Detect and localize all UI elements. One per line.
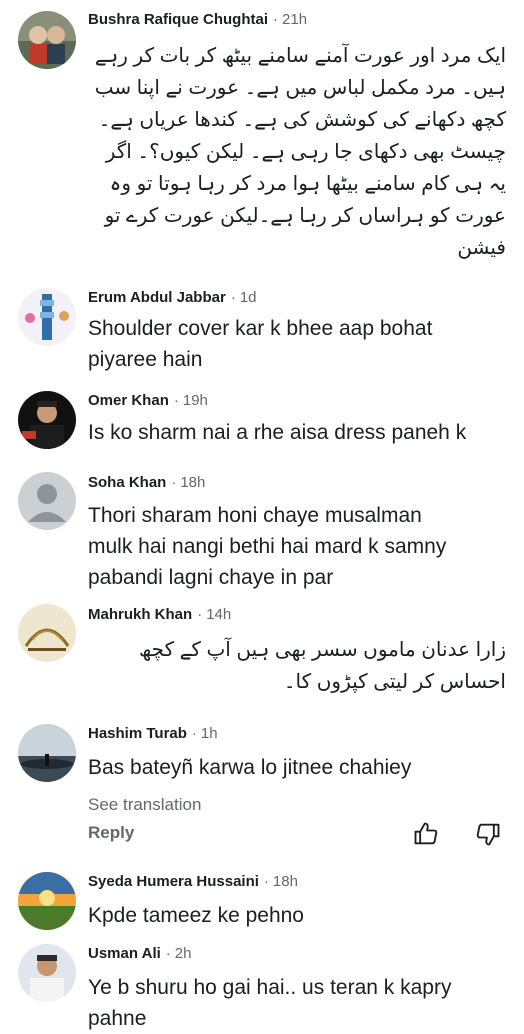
comment-text: Thori sharam honi chaye musalman mulk hai… — [88, 504, 447, 589]
separator: · — [263, 873, 269, 890]
comment-author[interactable]: Hashim Turab — [88, 725, 187, 742]
separator: · — [171, 474, 177, 491]
avatar[interactable] — [18, 391, 76, 449]
avatar[interactable] — [18, 872, 76, 930]
separator: · — [230, 289, 236, 306]
comment-text: زارا عدنان ماموں سسر بھی ہیں آپ کے کچھ ا… — [139, 639, 506, 693]
comment-author[interactable]: Syeda Humera Hussaini — [88, 873, 259, 890]
reply-button[interactable]: Reply — [88, 823, 134, 843]
avatar[interactable] — [18, 724, 76, 782]
comment-time[interactable]: 19h — [183, 392, 208, 409]
comment-author[interactable]: Omer Khan — [88, 392, 169, 409]
separator: · — [191, 725, 197, 742]
comment-time[interactable]: 1d — [240, 289, 257, 306]
separator: · — [197, 606, 203, 623]
separator: · — [173, 392, 179, 409]
avatar[interactable] — [18, 944, 76, 1002]
avatar[interactable] — [18, 288, 76, 346]
comment-author[interactable]: Erum Abdul Jabbar — [88, 289, 226, 306]
comment-author[interactable]: Soha Khan — [88, 474, 166, 491]
separator: · — [273, 11, 279, 28]
comment-time[interactable]: 1h — [201, 725, 218, 742]
comment-time[interactable]: 14h — [206, 606, 231, 623]
avatar[interactable] — [18, 472, 76, 530]
comment-text: Shoulder cover kar k bhee aap bohat piyar… — [88, 317, 433, 371]
avatar[interactable] — [18, 11, 76, 69]
like-icon[interactable] — [412, 820, 440, 848]
comment-text: ایک مرد اور عورت آمنے سامنے بیٹھ کر بات … — [94, 45, 506, 259]
see-translation-link[interactable]: See translation — [88, 795, 201, 815]
separator: · — [165, 945, 171, 962]
comment-text: Kpde tameez ke pehno — [88, 904, 304, 927]
comment-text: Bas bateyñ karwa lo jitnee chahiey — [88, 756, 412, 779]
comment-text: Is ko sharm nai a rhe aisa dress paneh k — [88, 421, 467, 444]
comment-time[interactable]: 18h — [180, 474, 205, 491]
comment-author[interactable]: Bushra Rafique Chughtai — [88, 11, 268, 28]
comment-time[interactable]: 18h — [273, 873, 298, 890]
comment-text: Ye b shuru ho gai hai.. us teran k kapry… — [88, 976, 452, 1030]
dislike-icon[interactable] — [474, 820, 502, 848]
avatar[interactable] — [18, 604, 76, 662]
comment-time[interactable]: 21h — [282, 11, 307, 28]
comment-author[interactable]: Mahrukh Khan — [88, 606, 192, 623]
comment-time[interactable]: 2h — [175, 945, 192, 962]
comment-author[interactable]: Usman Ali — [88, 945, 161, 962]
